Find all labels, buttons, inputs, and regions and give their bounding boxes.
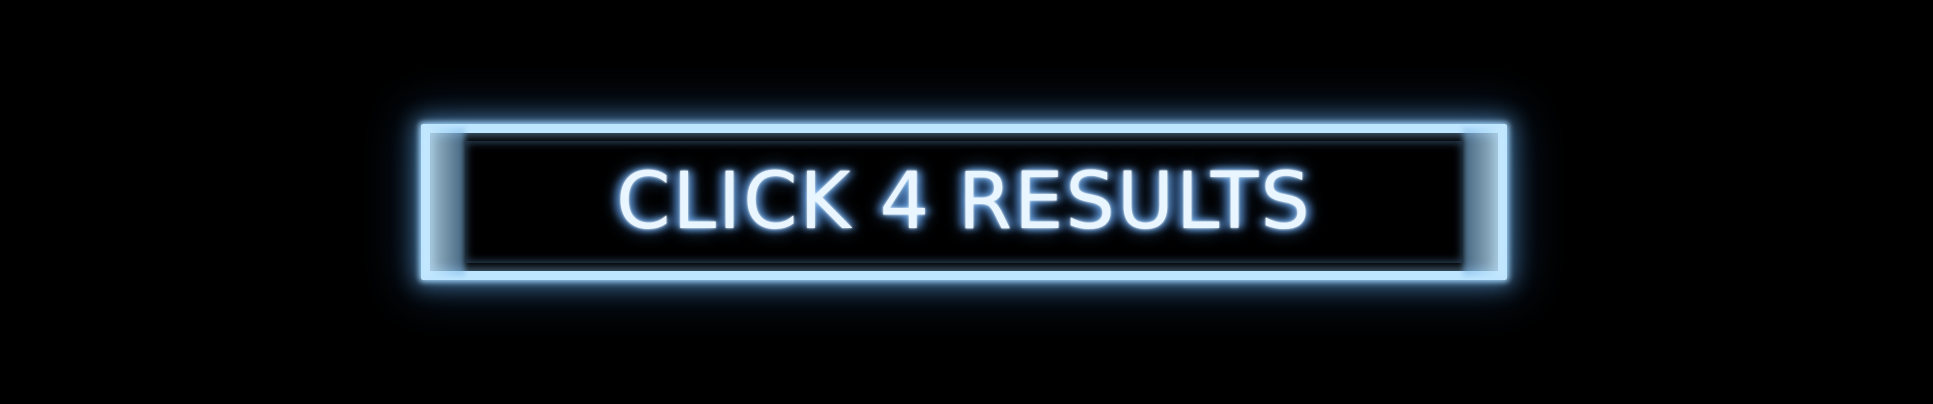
click-4-results-button[interactable]: CLICK 4 RESULTS xyxy=(421,124,1507,280)
button-inner-panel: CLICK 4 RESULTS xyxy=(465,141,1463,263)
banner-canvas: CLICK 4 RESULTS xyxy=(0,0,1933,404)
neon-frame-left-end xyxy=(425,128,465,276)
button-label: CLICK 4 RESULTS xyxy=(616,157,1312,247)
neon-frame-right-end xyxy=(1463,128,1503,276)
